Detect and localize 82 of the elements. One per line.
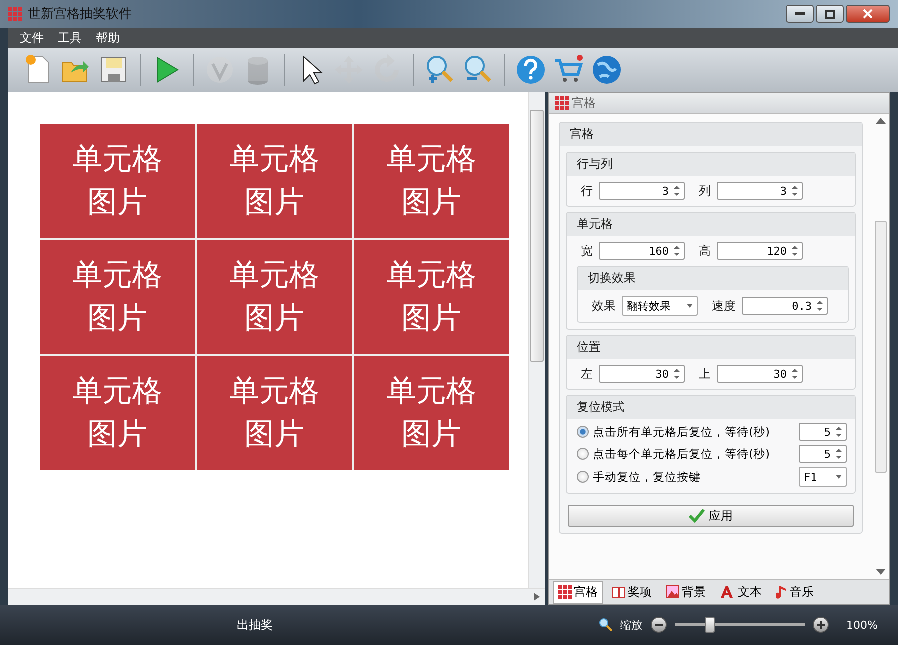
radio-button[interactable] <box>577 426 589 438</box>
number-spinner[interactable]: 5 <box>799 423 847 441</box>
maximize-icon <box>825 10 835 18</box>
scroll-down-icon[interactable] <box>876 569 886 575</box>
group-header: 切换效果 <box>578 267 848 290</box>
number-spinner[interactable]: 3 <box>599 182 685 200</box>
plus-icon <box>816 621 825 629</box>
zoom-in-button[interactable] <box>812 617 829 633</box>
radio-label: 手动复位，复位按键 <box>593 470 702 484</box>
dropdown-arrow-icon <box>687 304 693 308</box>
field-label: 宽 <box>581 242 593 260</box>
slider-thumb[interactable] <box>704 617 715 633</box>
grid-cell[interactable]: 单元格 图片 <box>197 124 352 238</box>
scrollbar-thumb[interactable] <box>875 220 887 472</box>
minimize-icon <box>795 12 805 16</box>
picture-icon <box>666 585 680 599</box>
apply-button[interactable]: 应用 <box>568 505 854 527</box>
grid-cell[interactable]: 单元格 图片 <box>354 240 509 354</box>
field-label: 速度 <box>712 298 736 314</box>
radio-label: 点击每个单元格后复位，等待(秒) <box>593 446 771 462</box>
menu-item[interactable]: 文件 <box>14 30 50 46</box>
app-logo-icon <box>8 7 22 21</box>
globe-icon[interactable] <box>590 53 624 87</box>
field-label: 高 <box>699 242 711 260</box>
window-title: 世新宫格抽奖软件 <box>28 6 132 23</box>
help-icon[interactable] <box>514 53 548 87</box>
menu-item[interactable]: 工具 <box>52 30 88 46</box>
scroll-up-icon[interactable] <box>876 118 886 124</box>
grid-cell[interactable]: 单元格 图片 <box>40 124 195 238</box>
panel-tab[interactable]: 背景 <box>661 580 711 604</box>
number-spinner[interactable]: 160 <box>599 242 685 260</box>
zoom-out-button[interactable] <box>650 617 667 633</box>
radio-button[interactable] <box>577 471 589 483</box>
text-style-icon <box>720 585 736 599</box>
field-label: 左 <box>581 366 593 382</box>
number-spinner[interactable]: 5 <box>799 445 847 463</box>
menu-item[interactable]: 帮助 <box>90 30 126 46</box>
dropdown[interactable]: 翻转效果 <box>622 296 698 316</box>
dropdown[interactable]: F1 <box>799 467 847 487</box>
music-note-icon <box>776 585 788 599</box>
number-spinner[interactable]: 30 <box>599 365 685 383</box>
number-spinner[interactable]: 120 <box>717 242 803 260</box>
close-button[interactable] <box>846 5 890 23</box>
number-spinner[interactable]: 3 <box>717 182 803 200</box>
minimize-button[interactable] <box>786 5 814 23</box>
group-header: 复位模式 <box>567 396 855 419</box>
search-icon <box>598 618 613 632</box>
grid-cell[interactable]: 单元格 图片 <box>354 356 509 470</box>
grid-cell[interactable]: 单元格 图片 <box>197 240 352 354</box>
radio-button[interactable] <box>577 448 589 460</box>
gift-icon <box>612 585 626 599</box>
number-spinner[interactable]: 30 <box>717 365 803 383</box>
minus-icon <box>654 624 663 626</box>
field-label: 列 <box>699 182 711 200</box>
panel-tab[interactable]: 宫格 <box>553 580 603 604</box>
number-spinner[interactable]: 0.3 <box>742 297 828 315</box>
close-icon <box>863 9 873 19</box>
group-header: 位置 <box>567 336 855 359</box>
grid-cell[interactable]: 单元格 图片 <box>354 124 509 238</box>
zoom-label: 缩放 <box>620 618 643 632</box>
field-label: 上 <box>699 366 711 382</box>
grid-icon <box>555 96 569 110</box>
maximize-button[interactable] <box>816 5 844 23</box>
panel-title: 宫格 <box>572 94 596 112</box>
grid-cell[interactable]: 单元格 图片 <box>40 356 195 470</box>
group-header: 单元格 <box>567 213 855 236</box>
panel-tab[interactable]: 奖项 <box>607 580 657 604</box>
radio-label: 点击所有单元格后复位，等待(秒) <box>593 424 771 440</box>
grid-icon <box>558 585 572 599</box>
panel-tab[interactable]: 音乐 <box>771 580 819 604</box>
panel-tab[interactable]: 文本 <box>715 580 767 604</box>
field-label: 效果 <box>592 298 616 314</box>
group-header: 行与列 <box>567 153 855 176</box>
status-message: 出抽奖 <box>237 616 274 634</box>
zoom-value: 100% <box>846 618 878 632</box>
scrollbar-thumb[interactable] <box>530 110 544 362</box>
checkmark-icon <box>689 509 705 523</box>
dropdown-arrow-icon <box>836 475 842 479</box>
grid-cell[interactable]: 单元格 图片 <box>40 240 195 354</box>
section-header: 宫格 <box>560 123 862 146</box>
field-label: 行 <box>581 182 593 200</box>
grid-cell[interactable]: 单元格 图片 <box>197 356 352 470</box>
